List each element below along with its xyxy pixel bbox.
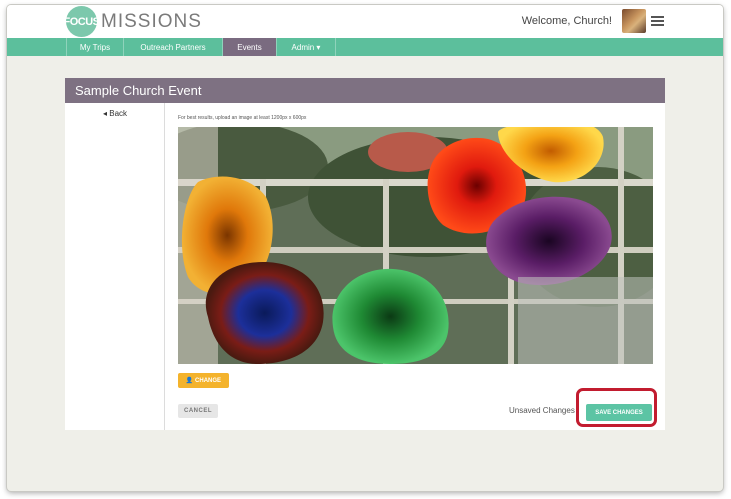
event-title: Sample Church Event	[65, 78, 665, 103]
nav-admin[interactable]: Admin ▾	[276, 38, 336, 56]
image-size-hint: For best results, upload an image at lea…	[178, 115, 307, 121]
focus-logo[interactable]: FOCUS	[64, 6, 100, 37]
app-header: FOCUS MISSIONS Welcome, Church!	[7, 5, 723, 39]
card-sidebar: ◂ Back	[65, 103, 165, 430]
user-avatar[interactable]	[622, 9, 646, 33]
nav-outreach-partners[interactable]: Outreach Partners	[123, 38, 222, 56]
back-link[interactable]: ◂ Back	[103, 109, 127, 118]
welcome-message: Welcome, Church!	[521, 15, 612, 27]
browser-window: FOCUS MISSIONS Welcome, Church! My Trips…	[7, 5, 723, 491]
nav-events[interactable]: Events	[222, 38, 276, 56]
main-nav: My Trips Outreach Partners Events Admin …	[7, 38, 723, 56]
save-button-highlight-outline	[576, 388, 657, 427]
event-edit-card: Sample Church Event ◂ Back For best resu…	[65, 78, 665, 430]
event-cover-image	[178, 127, 653, 364]
nav-my-trips[interactable]: My Trips	[66, 38, 123, 56]
change-image-button[interactable]: 👤 CHANGE	[178, 373, 229, 388]
unsaved-changes-indicator: Unsaved Changes	[509, 406, 575, 415]
hamburger-menu-icon[interactable]	[651, 16, 664, 27]
missions-wordmark[interactable]: MISSIONS	[101, 11, 202, 33]
cancel-button[interactable]: CANCEL	[178, 404, 218, 418]
